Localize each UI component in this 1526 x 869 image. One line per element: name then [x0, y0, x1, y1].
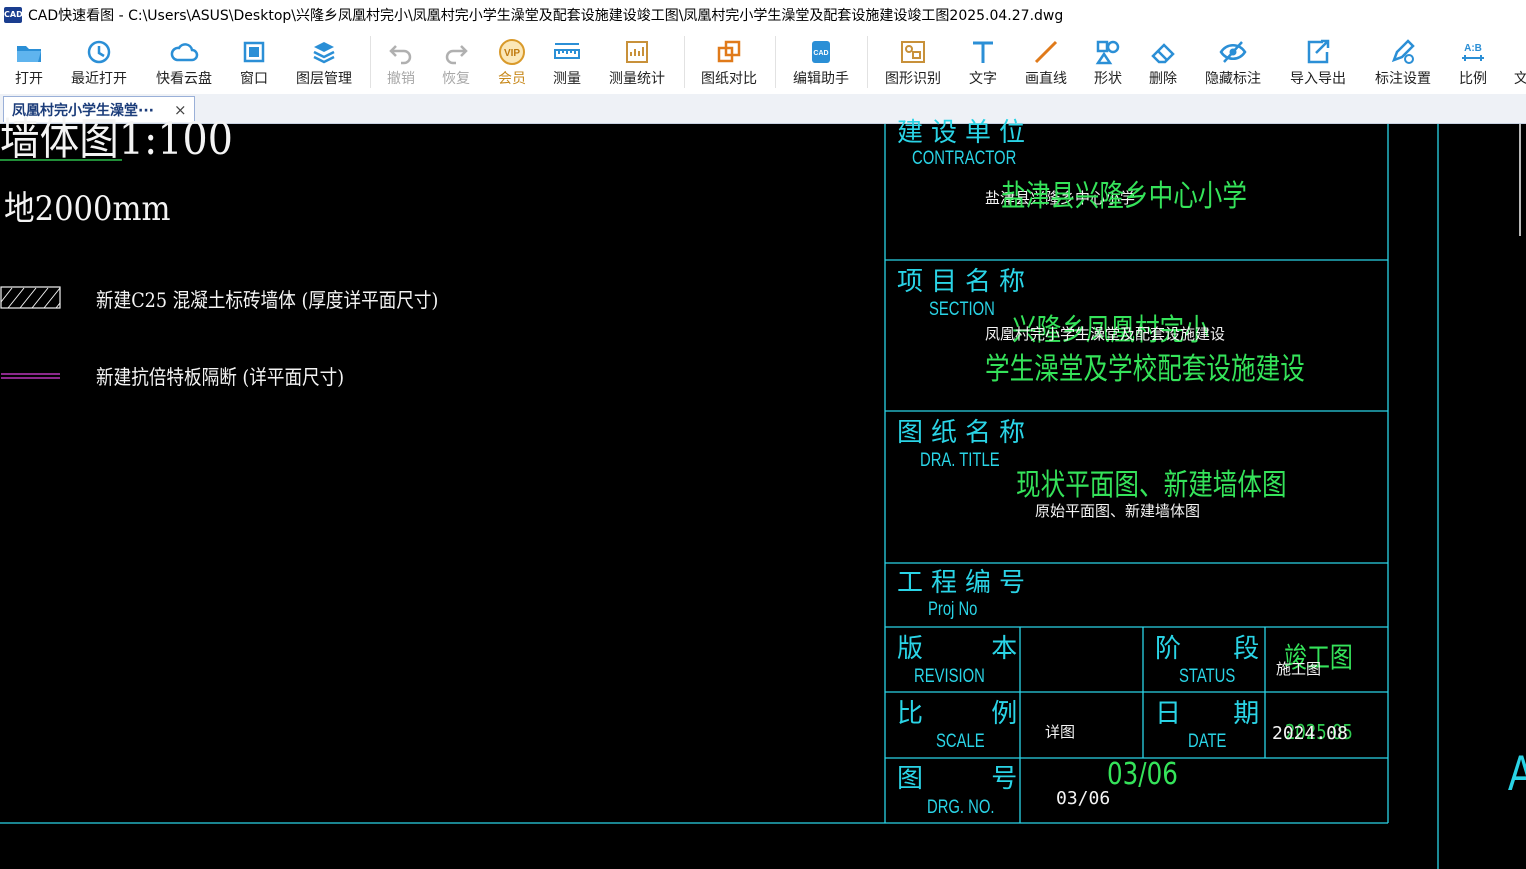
drawing-number-label-cn: 图 号: [897, 764, 1018, 794]
drawing-number-value-green: 03/06: [1107, 757, 1178, 792]
hide-marks-button[interactable]: 隐藏标注: [1198, 30, 1268, 94]
cloud-drive-button[interactable]: 快看云盘: [149, 30, 219, 94]
shape-button[interactable]: 形状: [1083, 30, 1133, 94]
date-label-cn: 日 期: [1155, 699, 1260, 729]
shapes-icon: [1095, 40, 1120, 65]
date-label-en: DATE: [1188, 731, 1227, 752]
revision-label-en: REVISION: [914, 666, 985, 687]
measure-button[interactable]: 测量: [542, 30, 592, 94]
layers-icon: [313, 42, 335, 64]
date-value-white: 2024.08: [1272, 723, 1348, 744]
ruler-icon: [554, 43, 580, 59]
section-value-green-line2: 学生澡堂及学校配套设施建设: [985, 352, 1305, 387]
hatch-legend-swatch: [0, 286, 61, 309]
project-number-label-cn: 工程编号: [897, 568, 1034, 598]
redo-icon: [445, 45, 468, 65]
svg-text:VIP: VIP: [504, 48, 520, 59]
measure-stats-button[interactable]: 测量统计: [602, 30, 672, 94]
status-label-cn: 阶 段: [1155, 634, 1260, 664]
toolbar-separator: [370, 36, 371, 88]
scale-value: 详图: [1045, 723, 1076, 741]
window-icon: [243, 41, 265, 63]
drawing-number-label-en: DRG. NO.: [927, 797, 995, 818]
stats-chart-icon: [626, 41, 648, 63]
section-value-white: 凤凰村完小学生澡堂及配套设施建设: [985, 325, 1226, 343]
drawing-lines: [0, 124, 1521, 869]
layer-manager-button[interactable]: 图层管理: [289, 30, 359, 94]
status-value-white: 施工图: [1276, 660, 1322, 678]
edit-helper-button[interactable]: CAD 编辑助手: [786, 30, 856, 94]
legend-partition-label: 新建抗倍特板隔断 (详平面尺寸): [96, 365, 345, 389]
compare-drawings-button[interactable]: 图纸对比: [694, 30, 764, 94]
vip-button[interactable]: VIP 会员: [487, 30, 537, 94]
toolbar-separator: [867, 36, 868, 88]
scale-label-cn: 比 例: [897, 699, 1018, 729]
folder-open-icon: [17, 46, 41, 62]
drawing-title-label-en: DRA. TITLE: [920, 450, 1000, 471]
legend-concrete-wall-label: 新建C25 混凝土标砖墙体 (厚度详平面尺寸): [96, 288, 439, 312]
cut-drawing-title: 墙体图1:100: [0, 114, 233, 165]
shape-recognize-button[interactable]: 图形识别: [878, 30, 948, 94]
scale-label-en: SCALE: [936, 731, 985, 752]
sheet-edge-letter: A: [1508, 748, 1526, 798]
line-icon: [1034, 40, 1058, 64]
compare-icon: [717, 40, 741, 63]
cloud-icon: [170, 43, 199, 62]
eraser-icon: [1151, 43, 1175, 64]
shape-recognize-icon: [901, 41, 925, 63]
app-logo-icon: CAD: [4, 7, 23, 23]
cad-edit-icon: CAD: [812, 41, 830, 63]
more-tools-button[interactable]: 文: [1514, 30, 1526, 94]
eye-hidden-icon: [1219, 41, 1247, 63]
settings-pen-icon: [1391, 39, 1415, 64]
section-label-en: SECTION: [929, 299, 995, 320]
open-button[interactable]: 打开: [4, 30, 54, 94]
toolbar-separator: [684, 36, 685, 88]
drawing-title-label-cn: 图纸名称: [897, 418, 1034, 448]
undo-icon: [389, 45, 412, 65]
section-label-cn: 项目名称: [897, 267, 1034, 297]
text-tool-button[interactable]: 文字: [958, 30, 1008, 94]
contractor-value-green: 盐津县兴隆乡中心小学: [1001, 179, 1247, 214]
revision-label-cn: 版 本: [897, 634, 1018, 664]
window-title-bar: CAD CAD快速看图 - C:\Users\ASUS\Desktop\兴隆乡凤…: [0, 0, 1526, 30]
svg-text:CAD: CAD: [813, 50, 828, 57]
status-label-en: STATUS: [1179, 666, 1236, 687]
delete-button[interactable]: 删除: [1138, 30, 1188, 94]
import-export-button[interactable]: 导入导出: [1283, 30, 1353, 94]
export-icon: [1307, 39, 1330, 64]
contractor-label-cn: 建设单位: [897, 118, 1034, 148]
draw-line-button[interactable]: 画直线: [1014, 30, 1078, 94]
project-number-label-en: Proj No: [928, 599, 978, 620]
cad-drawing-canvas[interactable]: 墙体图1:100 地2000mm 新建C25 混凝土标砖墙体 (厚度详平面尺寸)…: [0, 118, 1526, 869]
drawing-number-value-white: 03/06: [1056, 788, 1111, 809]
main-toolbar: 打开 最近打开 快看云盘 窗口 图层管理 撤销 恢复 VIP 会员 测量 测量统…: [0, 30, 1526, 95]
undo-button[interactable]: 撤销: [376, 30, 426, 94]
drawing-title-value-white: 原始平面图、新建墙体图: [1035, 502, 1201, 520]
elevation-note: 地2000mm: [4, 189, 171, 229]
svg-text:A:B: A:B: [1464, 43, 1482, 54]
recent-button[interactable]: 最近打开: [64, 30, 134, 94]
window-button[interactable]: 窗口: [229, 30, 279, 94]
scale-button[interactable]: A:B 比例: [1448, 30, 1498, 94]
ratio-icon: A:B: [1462, 43, 1484, 61]
redo-button[interactable]: 恢复: [431, 30, 481, 94]
history-icon: [87, 40, 111, 64]
mark-settings-button[interactable]: 标注设置: [1368, 30, 1438, 94]
vip-badge-icon: VIP: [499, 39, 525, 65]
drawing-title-value-green: 现状平面图、新建墙体图: [1016, 468, 1287, 503]
toolbar-separator: [775, 36, 776, 88]
text-icon: [973, 41, 993, 63]
window-title: CAD快速看图 - C:\Users\ASUS\Desktop\兴隆乡凤凰村完小…: [28, 8, 1064, 24]
contractor-label-en: CONTRACTOR: [912, 148, 1017, 169]
